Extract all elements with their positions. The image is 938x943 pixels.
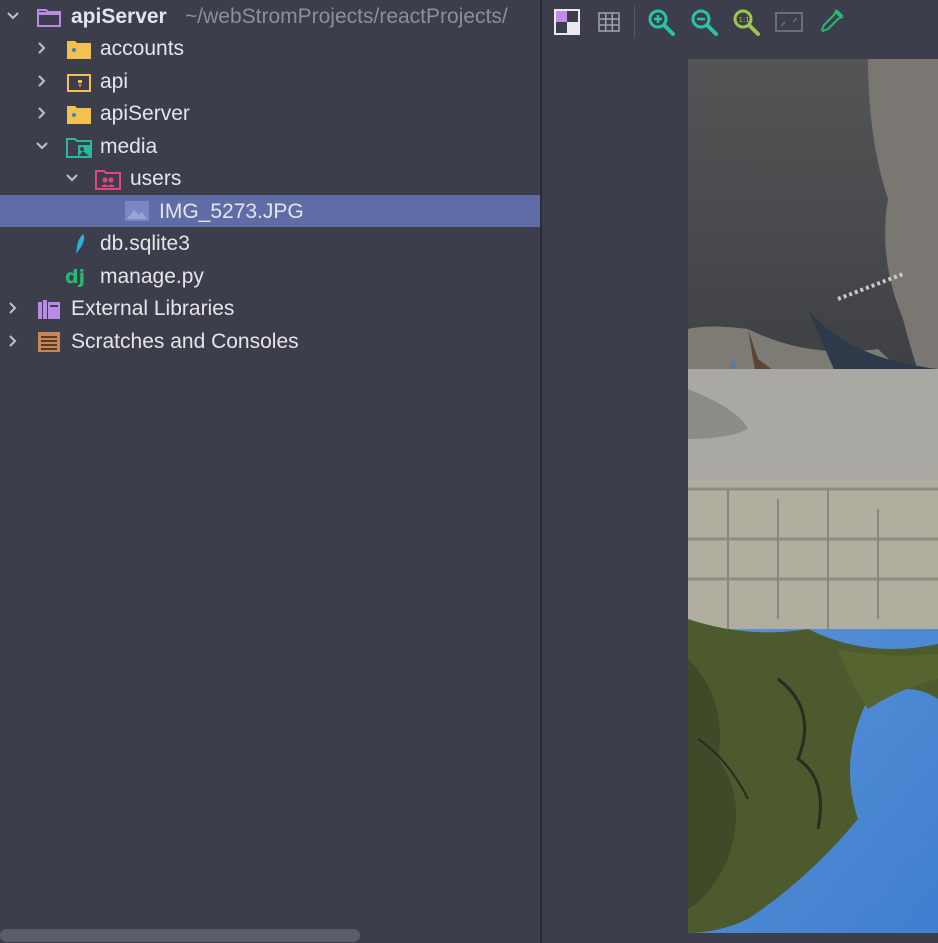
actual-size-icon[interactable]: 1:1 xyxy=(731,7,761,37)
tree-item-label: manage.py xyxy=(100,265,204,288)
image-file-icon xyxy=(125,201,149,221)
tree-row-accounts[interactable]: accounts xyxy=(0,32,540,64)
project-tree-panel: apiServer ~/webStromProjects/reactProjec… xyxy=(0,0,540,943)
tree-item-label: users xyxy=(130,167,182,190)
django-file-icon: dj xyxy=(65,266,85,288)
chevron-down-icon[interactable] xyxy=(65,171,79,185)
horizontal-scrollbar[interactable] xyxy=(0,929,360,942)
sqlite-file-icon xyxy=(76,234,85,254)
chevron-right-icon[interactable] xyxy=(6,301,20,315)
users-folder-icon xyxy=(95,170,121,190)
photo-content xyxy=(688,59,938,933)
api-folder-icon xyxy=(67,74,91,92)
scratches-icon xyxy=(38,332,60,352)
tree-row-media[interactable]: media xyxy=(0,130,540,162)
tree-row-apiserver[interactable]: apiServer xyxy=(0,97,540,129)
image-preview xyxy=(688,59,938,933)
chevron-right-icon[interactable] xyxy=(6,334,20,348)
tree-row-manage-py[interactable]: dj manage.py xyxy=(0,260,540,292)
python-package-folder-icon xyxy=(67,41,91,59)
tree-item-label: media xyxy=(100,135,158,158)
grid-icon[interactable] xyxy=(594,7,624,37)
tree-row-root[interactable]: apiServer ~/webStromProjects/reactProjec… xyxy=(0,0,540,32)
tree-row-img-5273[interactable]: IMG_5273.JPG xyxy=(0,195,540,227)
zoom-out-icon[interactable] xyxy=(689,7,719,37)
fit-icon[interactable] xyxy=(774,7,804,37)
tree-row-users[interactable]: users xyxy=(0,162,540,194)
tree-item-label: api xyxy=(100,70,129,93)
library-icon xyxy=(38,300,60,319)
chevron-right-icon[interactable] xyxy=(35,106,49,120)
tree-item-label: accounts xyxy=(100,37,185,60)
tree-item-label: Scratches and Consoles xyxy=(71,330,299,353)
tree-row-scratches[interactable]: Scratches and Consoles xyxy=(0,325,540,357)
tree-item-label: db.sqlite3 xyxy=(100,232,190,255)
tree-item-label: apiServer xyxy=(100,102,190,125)
tree-item-label: External Libraries xyxy=(71,297,235,320)
svg-text:dj: dj xyxy=(65,266,85,288)
color-picker-icon[interactable] xyxy=(816,7,846,37)
project-root-path: ~/webStromProjects/reactProjects/ xyxy=(185,5,508,28)
chevron-right-icon[interactable] xyxy=(35,41,49,55)
python-package-folder-icon xyxy=(67,106,91,124)
svg-text:1:1: 1:1 xyxy=(739,16,750,24)
resources-folder-icon xyxy=(66,138,92,158)
tree-row-api[interactable]: api xyxy=(0,65,540,97)
toolbar-separator xyxy=(634,6,635,38)
chevron-right-icon[interactable] xyxy=(35,74,49,88)
zoom-in-icon[interactable] xyxy=(646,7,676,37)
project-root-name: apiServer xyxy=(71,5,167,28)
tree-row-db-sqlite3[interactable]: db.sqlite3 xyxy=(0,227,540,259)
module-folder-icon xyxy=(37,9,61,27)
chessboard-icon[interactable] xyxy=(552,7,582,37)
chevron-down-icon[interactable] xyxy=(6,9,20,23)
chevron-down-icon[interactable] xyxy=(35,139,49,153)
tree-row-external-libraries[interactable]: External Libraries xyxy=(0,292,540,324)
tree-item-label: IMG_5273.JPG xyxy=(159,200,304,223)
